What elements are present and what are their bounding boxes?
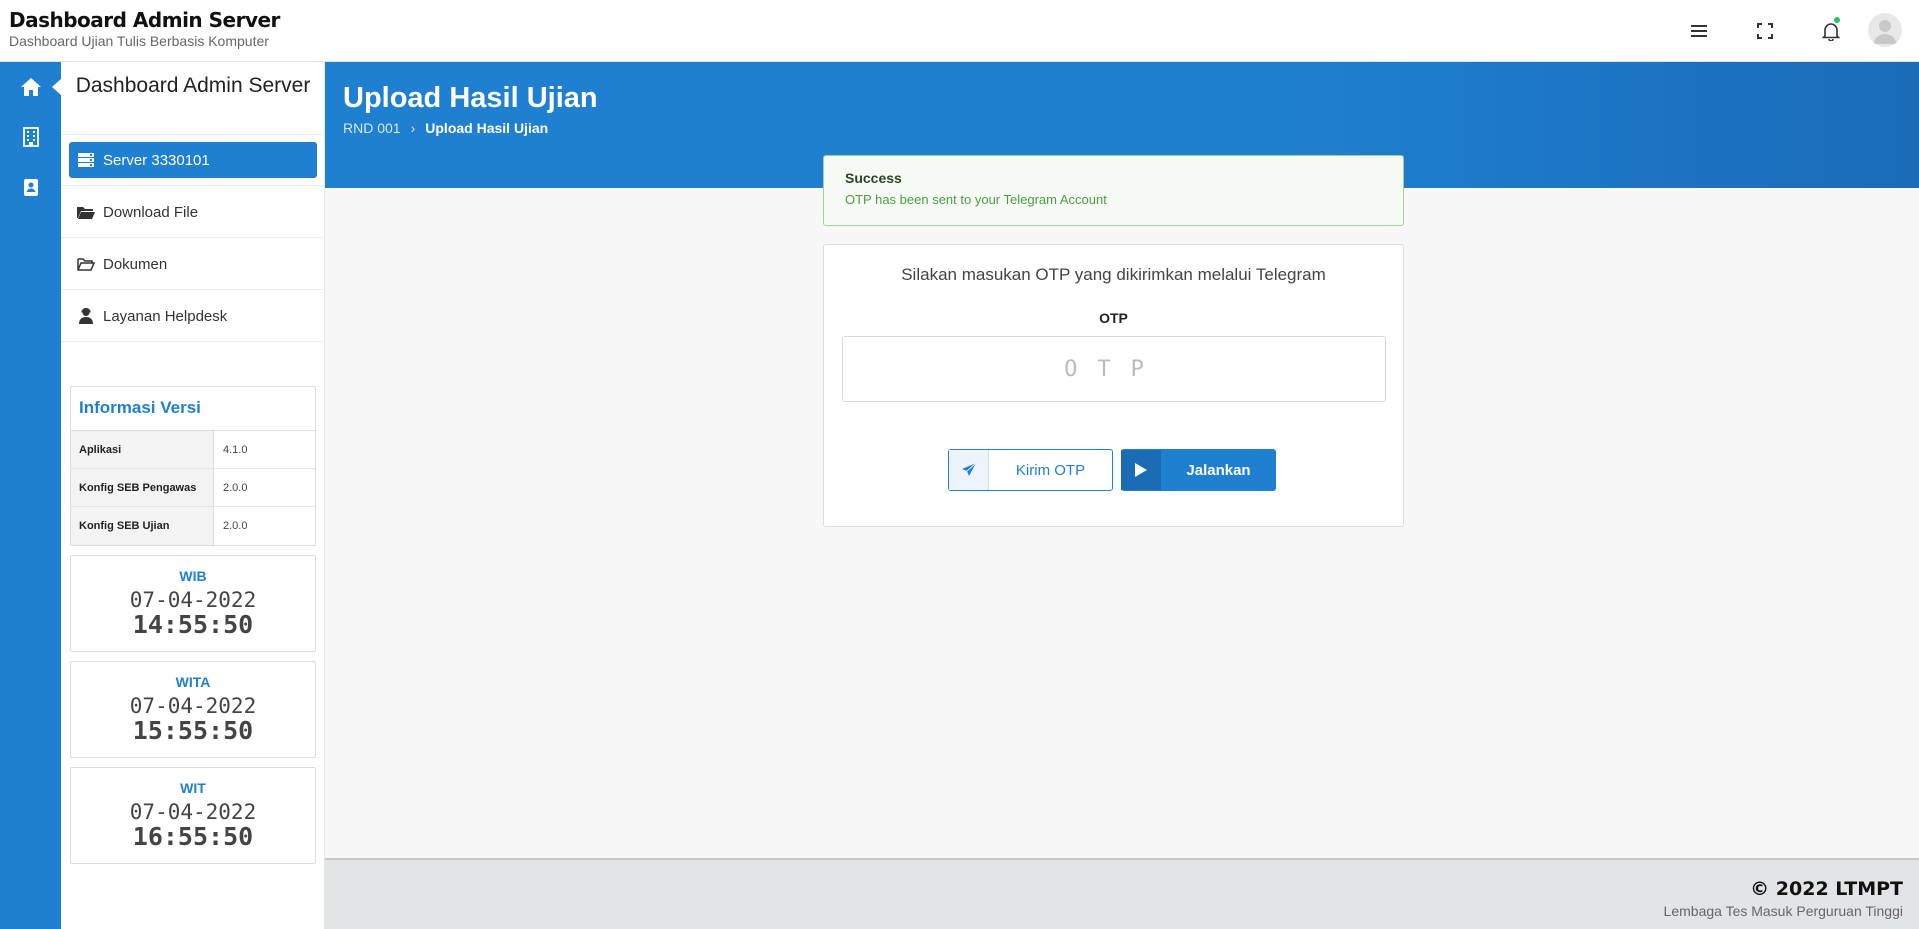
sidebar-item-dokumen[interactable]: Dokumen bbox=[69, 246, 317, 282]
hamburger-icon bbox=[1691, 25, 1707, 37]
expand-icon bbox=[1757, 23, 1773, 39]
table-row: Aplikasi 4.1.0 bbox=[71, 431, 315, 469]
user-avatar[interactable] bbox=[1868, 13, 1902, 47]
divider bbox=[61, 134, 325, 135]
table-row: Konfig SEB Ujian 2.0.0 bbox=[71, 507, 315, 545]
sidebar: Dashboard Admin Server Server 3330101 Do… bbox=[61, 62, 325, 929]
app-subtitle: Dashboard Ujian Tulis Berbasis Komputer bbox=[9, 33, 269, 49]
divider bbox=[61, 341, 325, 342]
chevron-right-icon: › bbox=[410, 120, 416, 136]
version-value: 4.1.0 bbox=[223, 444, 248, 456]
building-icon bbox=[22, 127, 39, 147]
breadcrumb-root[interactable]: RND 001 bbox=[343, 120, 401, 136]
notification-dot bbox=[1834, 17, 1840, 23]
contact-book-icon bbox=[23, 178, 38, 196]
clock-zone: WIT bbox=[180, 780, 206, 796]
sidebar-item-helpdesk[interactable]: Layanan Helpdesk bbox=[69, 298, 317, 334]
page-title: Upload Hasil Ujian bbox=[343, 82, 598, 114]
otp-prompt: Silakan masukan OTP yang dikirimkan mela… bbox=[901, 265, 1326, 284]
sidebar-item-label: Dokumen bbox=[103, 255, 168, 273]
alert-title: Success bbox=[845, 170, 902, 186]
clock-wib: WIB 07-04-2022 14:55:50 bbox=[70, 555, 316, 652]
icon-rail bbox=[0, 62, 61, 929]
otp-card: Silakan masukan OTP yang dikirimkan mela… bbox=[823, 244, 1404, 527]
folder-open-icon bbox=[77, 204, 95, 220]
footer-copyright: © 2022 LTMPT bbox=[1750, 878, 1903, 900]
footer-org: Lembaga Tes Masuk Perguruan Tinggi bbox=[1663, 903, 1903, 919]
sidebar-item-label: Download File bbox=[103, 203, 199, 221]
clock-time: 14:55:50 bbox=[132, 610, 254, 639]
version-info-card: Informasi Versi Aplikasi 4.1.0 Konfig SE… bbox=[70, 386, 316, 546]
send-otp-button[interactable]: Kirim OTP bbox=[948, 449, 1113, 491]
clock-time: 16:55:50 bbox=[132, 822, 254, 851]
user-headset-icon bbox=[77, 308, 95, 324]
breadcrumb: RND 001 › Upload Hasil Ujian bbox=[343, 120, 548, 136]
sidebar-item-label: Layanan Helpdesk bbox=[103, 307, 228, 325]
table-row: Konfig SEB Pengawas 2.0.0 bbox=[71, 469, 315, 507]
footer: © 2022 LTMPT Lembaga Tes Masuk Perguruan… bbox=[325, 858, 1919, 929]
notifications-button[interactable] bbox=[1817, 17, 1845, 45]
version-value: 2.0.0 bbox=[223, 520, 248, 532]
clock-date: 07-04-2022 bbox=[129, 588, 257, 612]
clock-date: 07-04-2022 bbox=[129, 694, 257, 718]
clock-time: 15:55:50 bbox=[132, 716, 254, 745]
paper-plane-icon bbox=[949, 450, 989, 490]
version-value: 2.0.0 bbox=[223, 482, 248, 494]
success-alert: Success OTP has been sent to your Telegr… bbox=[823, 155, 1404, 226]
folder-outline-icon bbox=[77, 256, 95, 272]
home-icon bbox=[20, 78, 41, 96]
run-label: Jalankan bbox=[1186, 461, 1251, 479]
alert-message: OTP has been sent to your Telegram Accou… bbox=[845, 192, 1107, 207]
clock-zone: WITA bbox=[175, 674, 211, 690]
version-key: Aplikasi bbox=[71, 431, 214, 468]
sidebar-item-label: Server 3330101 bbox=[103, 151, 210, 169]
clock-date: 07-04-2022 bbox=[129, 800, 257, 824]
divider bbox=[61, 185, 325, 186]
breadcrumb-current: Upload Hasil Ujian bbox=[425, 120, 549, 136]
fullscreen-button[interactable] bbox=[1751, 17, 1779, 45]
sidebar-item-download-file[interactable]: Download File bbox=[69, 194, 317, 230]
sidebar-item-server[interactable]: Server 3330101 bbox=[69, 142, 317, 178]
run-button[interactable]: Jalankan bbox=[1121, 449, 1276, 491]
menu-toggle-button[interactable] bbox=[1685, 17, 1713, 45]
app-title: Dashboard Admin Server bbox=[9, 8, 280, 32]
sidebar-title: Dashboard Admin Server bbox=[75, 74, 311, 97]
play-icon bbox=[1121, 450, 1161, 490]
user-icon bbox=[1873, 20, 1897, 44]
clock-wita: WITA 07-04-2022 15:55:50 bbox=[70, 661, 316, 758]
send-otp-label: Kirim OTP bbox=[1015, 461, 1086, 479]
rail-item-home[interactable] bbox=[0, 62, 61, 112]
rail-item-contacts[interactable] bbox=[0, 162, 61, 212]
divider bbox=[61, 237, 325, 238]
server-icon bbox=[77, 152, 95, 168]
version-key: Konfig SEB Ujian bbox=[71, 507, 214, 545]
otp-input[interactable] bbox=[842, 336, 1386, 402]
version-key: Konfig SEB Pengawas bbox=[71, 469, 214, 506]
divider bbox=[61, 289, 325, 290]
clock-zone: WIB bbox=[179, 568, 207, 584]
bell-icon bbox=[1822, 23, 1840, 41]
otp-label: OTP bbox=[1099, 310, 1128, 326]
top-bar: Dashboard Admin Server Dashboard Ujian T… bbox=[0, 0, 1919, 62]
rail-item-building[interactable] bbox=[0, 112, 61, 162]
clock-wit: WIT 07-04-2022 16:55:50 bbox=[70, 767, 316, 864]
version-info-title: Informasi Versi bbox=[71, 387, 315, 431]
